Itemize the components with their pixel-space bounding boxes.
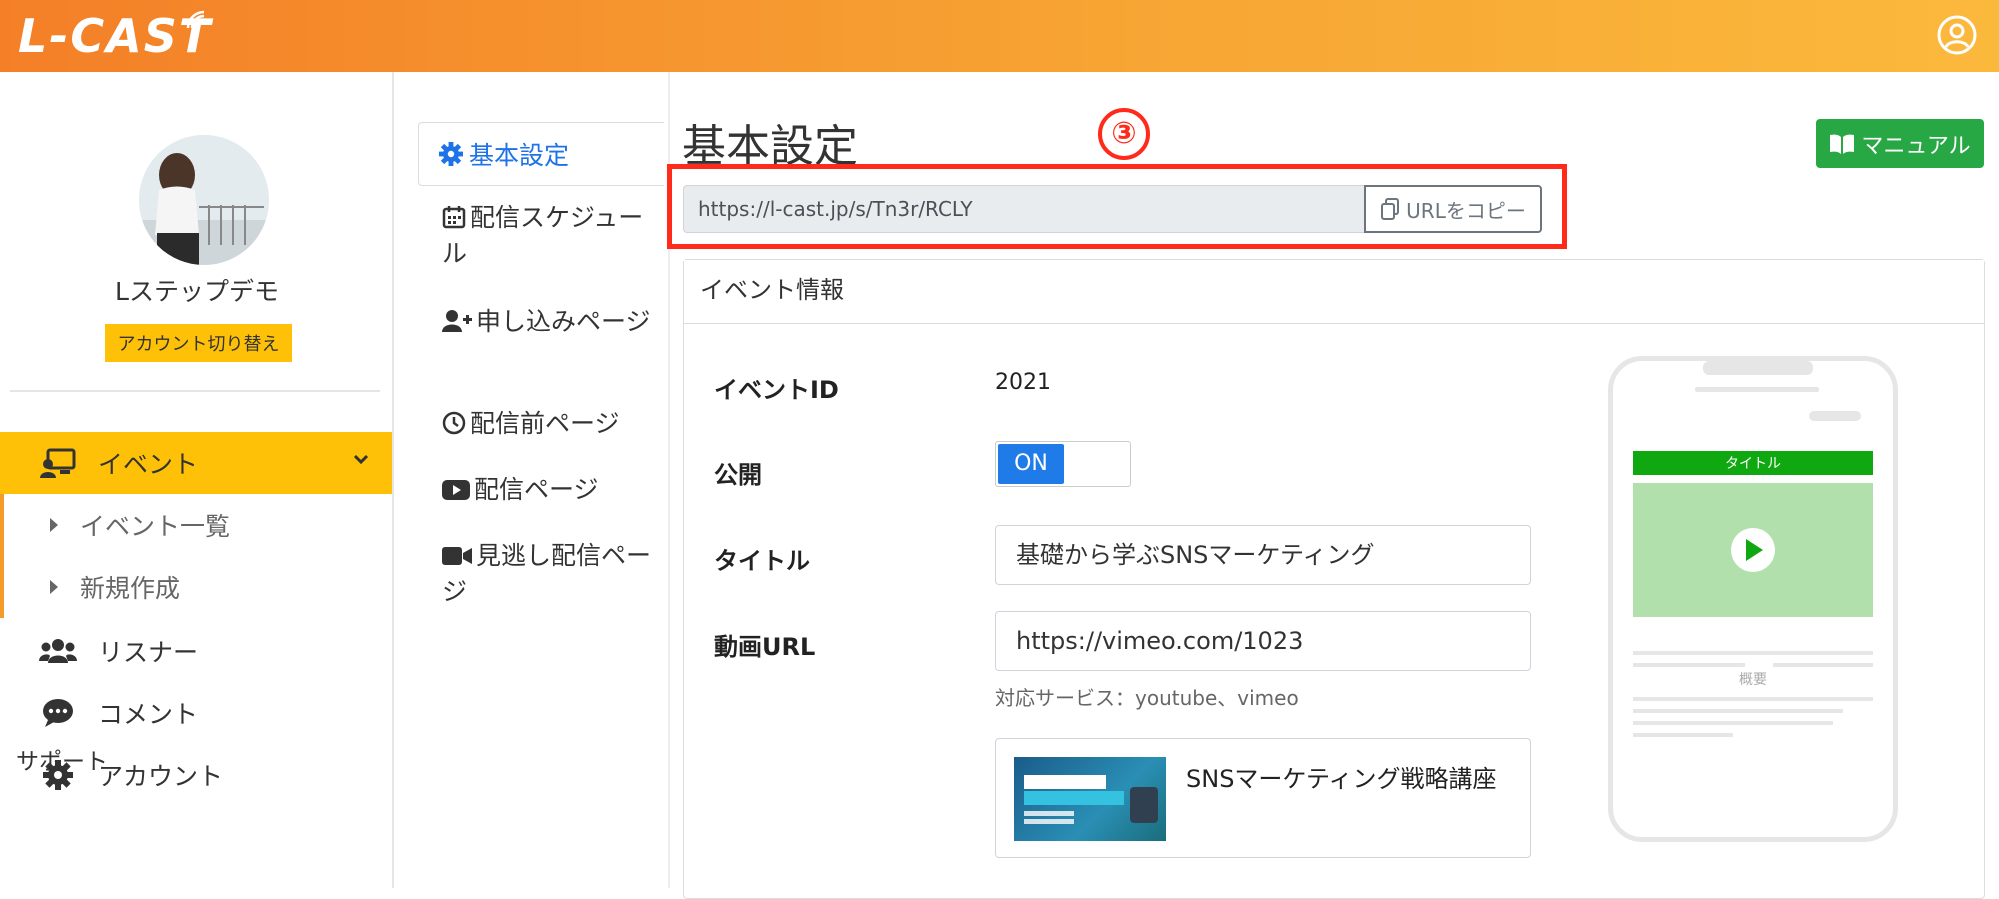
tab-stream-page[interactable]: 配信ページ [442, 472, 652, 508]
manual-button-label: マニュアル [1861, 133, 1971, 159]
profile-name: Lステップデモ [115, 277, 279, 306]
annotation-number: ③ [1098, 108, 1150, 160]
sidebar-item-event-list[interactable]: イベント一覧 [0, 494, 392, 556]
video-url-input[interactable]: https://vimeo.com/1023 [995, 611, 1531, 671]
chevron-down-icon [353, 454, 369, 465]
tab-application-page[interactable]: 申し込みページ [442, 304, 652, 340]
tab-label: 見逃し配信ページ [442, 541, 652, 606]
sidebar-support-link[interactable]: サポート [16, 742, 108, 776]
sidebar-item-listener[interactable]: リスナー [0, 620, 392, 682]
caret-right-icon [50, 518, 58, 532]
avatar [139, 135, 269, 265]
tab-label: 配信ページ [474, 475, 599, 504]
clock-icon [442, 411, 466, 435]
title-input[interactable]: 基礎から学ぶSNSマーケティング [995, 525, 1531, 585]
video-url-label: 動画URL [714, 633, 816, 661]
settings-submenu: 基本設定 配信スケジュール 申し込みページ 配信前ページ 配信ページ 見逃し配信… [394, 72, 670, 888]
users-icon [38, 637, 78, 665]
calendar-icon [442, 206, 466, 229]
card-title: イベント情報 [684, 260, 1984, 324]
tab-basic-settings[interactable]: 基本設定 [418, 122, 664, 186]
video-thumbnail [1014, 757, 1166, 841]
sidebar-item-comment[interactable]: コメント [0, 682, 392, 744]
sidebar-item-label: 新規作成 [80, 574, 181, 603]
video-url-hint: 対応サービス：youtube、vimeo [995, 686, 1299, 710]
tab-pre-stream-page[interactable]: 配信前ページ [442, 406, 652, 442]
youtube-play-icon [442, 480, 470, 500]
tab-missed-stream-page[interactable]: 見逃し配信ページ [442, 538, 652, 610]
sidebar-item-label: リスナー [98, 638, 199, 667]
sidebar-divider [10, 390, 380, 392]
tab-label: 配信前ページ [470, 409, 620, 438]
switch-account-button[interactable]: アカウント切り替え [105, 324, 292, 362]
app-header: L-CAST [0, 0, 1999, 72]
manual-button[interactable]: マニュアル [1816, 119, 1984, 168]
presentation-icon [38, 448, 78, 478]
sidebar-item-label: アカウント [98, 762, 224, 791]
sidebar-item-new[interactable]: 新規作成 [0, 556, 392, 618]
user-plus-icon [442, 310, 472, 332]
copy-url-label: URLをコピー [1406, 198, 1526, 223]
public-label: 公開 [714, 461, 762, 489]
broadcast-wave-icon [186, 10, 205, 29]
title-label: タイトル [714, 547, 810, 575]
event-url-field[interactable]: https://l-cast.jp/s/Tn3r/RCLY [683, 185, 1365, 233]
sidebar-item-label: イベント [98, 450, 199, 479]
sidebar-item-label: イベント一覧 [80, 512, 231, 541]
caret-right-icon [50, 580, 58, 594]
copy-url-button[interactable]: URLをコピー [1364, 185, 1542, 233]
comment-icon [38, 698, 78, 728]
event-id-label: イベントID [714, 376, 839, 404]
copy-icon [1381, 198, 1400, 220]
user-account-icon[interactable] [1936, 14, 1978, 56]
video-preview-card[interactable]: SNSマーケティング戦略講座 [995, 738, 1531, 858]
gear-icon [439, 142, 463, 166]
tab-label: 基本設定 [469, 141, 570, 170]
phone-summary-label: 概要 [1739, 672, 1767, 688]
phone-title-bar: タイトル [1725, 456, 1781, 472]
video-preview-title: SNSマーケティング戦略講座 [1186, 765, 1497, 793]
sidebar-item-label: コメント [98, 700, 199, 729]
public-toggle[interactable]: ON [995, 441, 1131, 487]
phone-preview-mockup: タイトル 概要 [1608, 356, 1898, 842]
tab-label: 申し込みページ [476, 307, 651, 336]
sidebar: Lステップデモ アカウント切り替え イベント イベント一覧 新規作成 リスナー … [0, 72, 394, 888]
tab-schedule[interactable]: 配信スケジュール [442, 200, 652, 272]
event-id-value: 2021 [995, 370, 1051, 395]
video-camera-icon [442, 547, 472, 565]
tab-label: 配信スケジュール [442, 203, 644, 268]
toggle-on-label: ON [998, 444, 1064, 484]
sidebar-item-event[interactable]: イベント [0, 432, 392, 494]
book-open-icon [1830, 134, 1855, 154]
